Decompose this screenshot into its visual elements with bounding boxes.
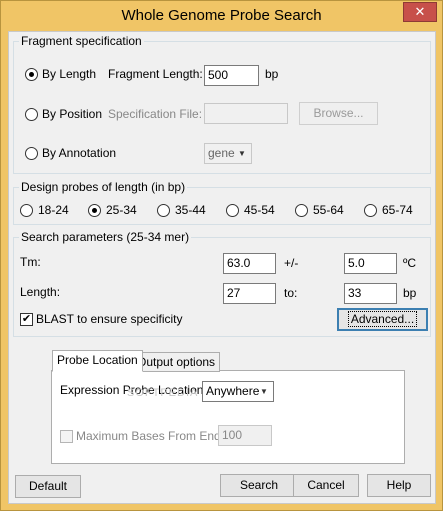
probe-length-radio-25-34[interactable] xyxy=(88,204,101,217)
probe-length-radio-35-44[interactable] xyxy=(157,204,170,217)
probe-length-label-25-34[interactable]: 25-34 xyxy=(106,203,137,218)
probe-location-panel: Expression Probe Location: Anywhere ▼ Ma… xyxy=(51,370,405,464)
fragment-length-label: Fragment Length: xyxy=(108,67,203,81)
by-annotation-radio[interactable] xyxy=(25,147,38,160)
fragment-specification-group: Fragment specification By Length Fragmen… xyxy=(13,34,431,174)
chevron-down-icon: ▼ xyxy=(238,149,246,158)
specification-file-input[interactable] xyxy=(204,103,288,124)
advanced-button-label: Advanced... xyxy=(347,311,418,327)
probe-length-radio-18-24[interactable] xyxy=(20,204,33,217)
tm-tolerance-input[interactable]: 5.0 xyxy=(344,253,397,274)
browse-button[interactable]: Browse... xyxy=(299,102,378,125)
probe-length-label-55-64[interactable]: 55-64 xyxy=(313,203,344,218)
dialog-client-area: Fragment specification By Length Fragmen… xyxy=(8,31,436,504)
length-to-separator: to: xyxy=(284,286,298,300)
probe-length-radio-65-74[interactable] xyxy=(364,204,377,217)
annotation-select-value: gene xyxy=(208,146,235,160)
fragment-specification-title: Fragment specification xyxy=(19,34,144,48)
annotation-select[interactable]: gene ▼ xyxy=(204,143,252,164)
length-unit: bp xyxy=(403,286,417,300)
probe-length-label-18-24[interactable]: 18-24 xyxy=(38,203,69,218)
dialog-window: Whole Genome Probe Search ✕ Fragment spe… xyxy=(0,0,443,511)
tab-output-options[interactable]: Output options xyxy=(132,352,221,372)
title-bar[interactable]: Whole Genome Probe Search ✕ xyxy=(1,1,442,31)
blast-label[interactable]: BLAST to ensure specificity xyxy=(36,312,183,327)
tm-input[interactable]: 63.0 xyxy=(223,253,276,274)
design-probes-title: Design probes of length (in bp) xyxy=(19,180,188,194)
specification-file-label: Specification File: xyxy=(108,107,203,121)
tm-label: Tm: xyxy=(20,255,41,269)
maximum-bases-input[interactable]: 100 xyxy=(218,425,272,446)
advanced-button[interactable]: Advanced... xyxy=(337,308,428,331)
search-parameters-group: Search parameters (25-34 mer) Tm: 63.0 +… xyxy=(13,230,431,337)
blast-checkbox[interactable]: ✔ xyxy=(20,313,33,326)
help-button[interactable]: Help xyxy=(367,474,431,497)
tab-probe-location[interactable]: Probe Location xyxy=(52,350,143,372)
fragment-length-unit: bp xyxy=(265,67,279,81)
length-from-input[interactable]: 27 xyxy=(223,283,276,304)
search-parameters-title: Search parameters (25-34 mer) xyxy=(19,230,192,244)
checkmark-icon: ✔ xyxy=(21,313,32,325)
fragment-length-input[interactable]: 500 xyxy=(204,65,259,86)
default-button[interactable]: Default xyxy=(15,475,81,498)
window-title: Whole Genome Probe Search xyxy=(121,7,322,24)
close-button[interactable]: ✕ xyxy=(403,2,437,22)
expression-probe-location-value: Anywhere xyxy=(206,384,260,398)
by-position-label[interactable]: By Position xyxy=(42,107,102,122)
length-to-input[interactable]: 33 xyxy=(344,283,397,304)
search-button[interactable]: Search xyxy=(220,474,298,497)
probe-length-radio-55-64[interactable] xyxy=(295,204,308,217)
softpedia-watermark: SOFTPEDIA xyxy=(127,387,199,399)
by-annotation-label[interactable]: By Annotation xyxy=(42,146,116,161)
maximum-bases-checkbox[interactable] xyxy=(60,430,73,443)
probe-length-label-35-44[interactable]: 35-44 xyxy=(175,203,206,218)
by-length-radio[interactable] xyxy=(25,68,38,81)
probe-length-radio-45-54[interactable] xyxy=(226,204,239,217)
tm-tolerance-separator: +/- xyxy=(284,256,299,270)
maximum-bases-label: Maximum Bases From End: xyxy=(76,429,225,443)
tm-unit: ºC xyxy=(403,256,417,270)
probe-length-label-45-54[interactable]: 45-54 xyxy=(244,203,275,218)
expression-probe-location-select[interactable]: Anywhere ▼ xyxy=(202,381,274,402)
by-position-radio[interactable] xyxy=(25,108,38,121)
chevron-down-icon: ▼ xyxy=(260,387,268,396)
design-probes-group: Design probes of length (in bp) 18-24 25… xyxy=(13,180,431,225)
by-length-label[interactable]: By Length xyxy=(42,67,96,82)
length-label: Length: xyxy=(20,285,61,299)
close-icon: ✕ xyxy=(414,4,426,19)
probe-length-label-65-74[interactable]: 65-74 xyxy=(382,203,413,218)
cancel-button[interactable]: Cancel xyxy=(293,474,359,497)
